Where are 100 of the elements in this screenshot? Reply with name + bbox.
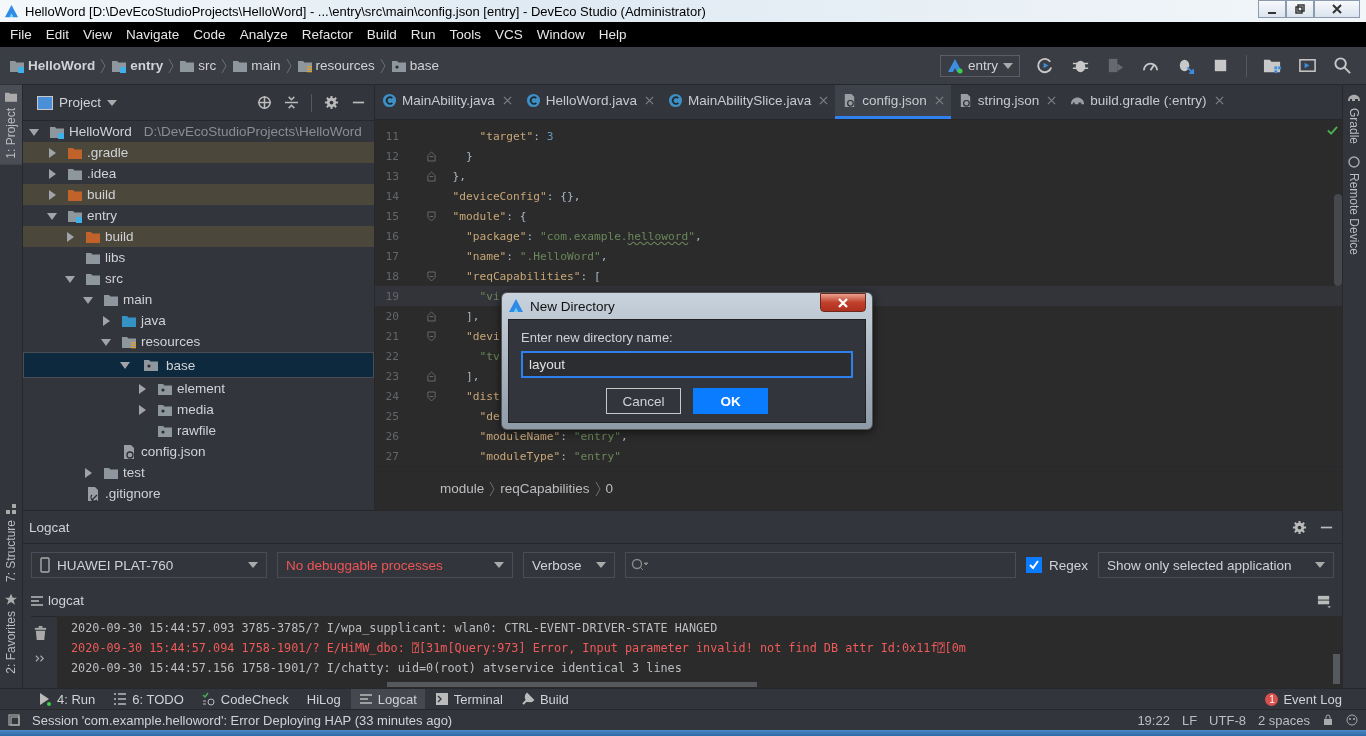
tree-item[interactable]: .gradle — [23, 142, 374, 163]
expanded-arrow-icon[interactable] — [65, 273, 75, 284]
menu-item[interactable]: Code — [186, 27, 233, 42]
collapsed-arrow-icon[interactable] — [83, 467, 93, 478]
close-icon[interactable] — [1214, 96, 1224, 105]
scrollbar[interactable] — [1334, 194, 1342, 286]
breadcrumb-item[interactable]: resources — [315, 58, 375, 73]
menu-item[interactable]: File — [3, 27, 39, 42]
tree-item[interactable]: java — [23, 310, 374, 331]
tree-item[interactable]: .idea — [23, 163, 374, 184]
status-item[interactable]: UTF-8 — [1209, 712, 1246, 728]
project-view-dropdown[interactable]: Project — [31, 94, 124, 111]
collapsed-arrow-icon[interactable] — [65, 231, 75, 242]
breadcrumb-item[interactable]: 0 — [605, 481, 614, 496]
close-button[interactable] — [820, 293, 866, 312]
tree-item[interactable]: main — [23, 289, 374, 310]
menu-item[interactable]: Run — [403, 27, 443, 42]
settings-icon[interactable] — [324, 95, 339, 110]
search-field[interactable] — [625, 552, 1016, 578]
close-button[interactable] — [1314, 0, 1360, 18]
fold-marker-icon[interactable] — [426, 150, 436, 162]
cancel-button[interactable]: Cancel — [606, 388, 681, 414]
menu-item[interactable]: Window — [529, 27, 592, 42]
search-icon[interactable] — [1333, 56, 1352, 75]
tree-item[interactable]: resources — [23, 331, 374, 352]
tree-item[interactable]: base — [23, 352, 374, 378]
more-icon[interactable] — [34, 653, 46, 664]
fold-marker-icon[interactable] — [426, 390, 436, 402]
rerun-icon[interactable] — [1036, 56, 1055, 75]
breadcrumb-item[interactable]: src — [198, 58, 217, 73]
menu-item[interactable]: Build — [359, 27, 404, 42]
menu-item[interactable]: Help — [591, 27, 634, 42]
tool-window-button[interactable]: Build — [512, 689, 577, 709]
crosshair-icon[interactable] — [257, 95, 272, 110]
tool-window-button[interactable]: Terminal — [426, 689, 511, 709]
close-icon[interactable] — [934, 96, 944, 105]
tool-window-tab[interactable]: Remote Device — [1343, 150, 1365, 262]
tree-item[interactable]: src — [23, 268, 374, 289]
breadcrumb-item[interactable]: HelloWord — [28, 58, 96, 73]
expanded-arrow-icon[interactable] — [120, 360, 130, 370]
run-configuration-dropdown[interactable]: entry — [940, 54, 1020, 77]
fold-marker-icon[interactable] — [426, 210, 436, 222]
breadcrumb-item[interactable]: module — [440, 481, 485, 496]
settings-icon[interactable] — [1292, 519, 1307, 535]
tool-window-button[interactable]: HiLog — [298, 689, 349, 709]
filter-dropdown[interactable]: Show only selected application — [1098, 552, 1334, 578]
menu-item[interactable]: VCS — [488, 27, 530, 42]
lock-icon[interactable] — [1322, 714, 1334, 726]
tool-window-button[interactable]: CodeCheck — [193, 689, 297, 709]
tree-item[interactable]: rawfile — [23, 420, 374, 441]
expanded-arrow-icon[interactable] — [83, 294, 93, 305]
breadcrumb-item[interactable]: reqCapabilities — [500, 481, 590, 496]
minimize-button[interactable] — [1258, 0, 1286, 18]
close-icon[interactable] — [645, 96, 655, 105]
tool-window-button[interactable]: 6: TODO — [105, 689, 192, 709]
editor-tab[interactable]: build.gradle (:entry) — [1063, 85, 1231, 119]
close-icon[interactable] — [502, 96, 512, 105]
process-dropdown[interactable]: No debuggable processes — [277, 552, 513, 578]
panel-toggle-icon[interactable] — [8, 714, 20, 726]
tool-window-tab[interactable]: 1: Project — [0, 85, 22, 165]
directory-name-field[interactable]: layout — [521, 351, 853, 378]
tool-window-tab[interactable]: 2: Favorites — [0, 588, 22, 680]
breadcrumb-item[interactable]: main — [251, 58, 281, 73]
tree-item[interactable]: entry — [23, 205, 374, 226]
expanded-arrow-icon[interactable] — [47, 210, 57, 221]
close-icon[interactable] — [819, 96, 829, 105]
tree-item[interactable]: test — [23, 462, 374, 483]
fold-marker-icon[interactable] — [426, 370, 436, 382]
tree-item[interactable]: HelloWord D:\DevEcoStudioProjects\HelloWord — [23, 121, 374, 142]
menu-item[interactable]: Navigate — [119, 27, 187, 42]
status-item[interactable]: 2 spaces — [1257, 712, 1310, 728]
collapsed-arrow-icon[interactable] — [47, 189, 57, 200]
editor-tab[interactable]: MainAbilitySlice.java — [661, 85, 836, 119]
face-icon[interactable] — [1346, 714, 1358, 726]
collapsed-arrow-icon[interactable] — [47, 168, 57, 179]
menu-item[interactable]: View — [76, 27, 120, 42]
tree-item[interactable]: build — [23, 226, 374, 247]
scrollbar[interactable] — [1333, 654, 1340, 684]
editor-tab[interactable]: config.json — [835, 85, 951, 119]
device-dropdown[interactable]: HUAWEI PLAT-760 — [31, 552, 267, 578]
trash-icon[interactable] — [32, 626, 48, 641]
restore-button[interactable] — [1286, 0, 1314, 18]
close-icon[interactable] — [1047, 96, 1057, 105]
breadcrumb-item[interactable]: entry — [130, 58, 164, 73]
tool-window-tab[interactable]: Gradle — [1343, 85, 1365, 151]
status-item[interactable]: LF — [1181, 712, 1198, 728]
tool-window-tab[interactable]: 7: Structure — [0, 497, 22, 589]
event-log-button[interactable]: 1 Event Log — [1265, 691, 1342, 707]
menu-item[interactable]: Edit — [38, 27, 77, 42]
tree-item[interactable]: .gitignore — [23, 483, 374, 504]
tree-item[interactable]: libs — [23, 247, 374, 268]
fold-marker-icon[interactable] — [426, 270, 436, 282]
fold-marker-icon[interactable] — [426, 310, 436, 322]
collapsed-arrow-icon[interactable] — [137, 404, 147, 415]
tool-window-button[interactable]: 4: Run — [30, 689, 104, 709]
tool-window-button[interactable]: Logcat — [350, 689, 425, 709]
breadcrumb-item[interactable]: base — [409, 58, 440, 73]
log-level-dropdown[interactable]: Verbose — [523, 552, 615, 578]
status-item[interactable]: 19:22 — [1137, 712, 1170, 728]
menu-item[interactable]: Tools — [442, 27, 488, 42]
